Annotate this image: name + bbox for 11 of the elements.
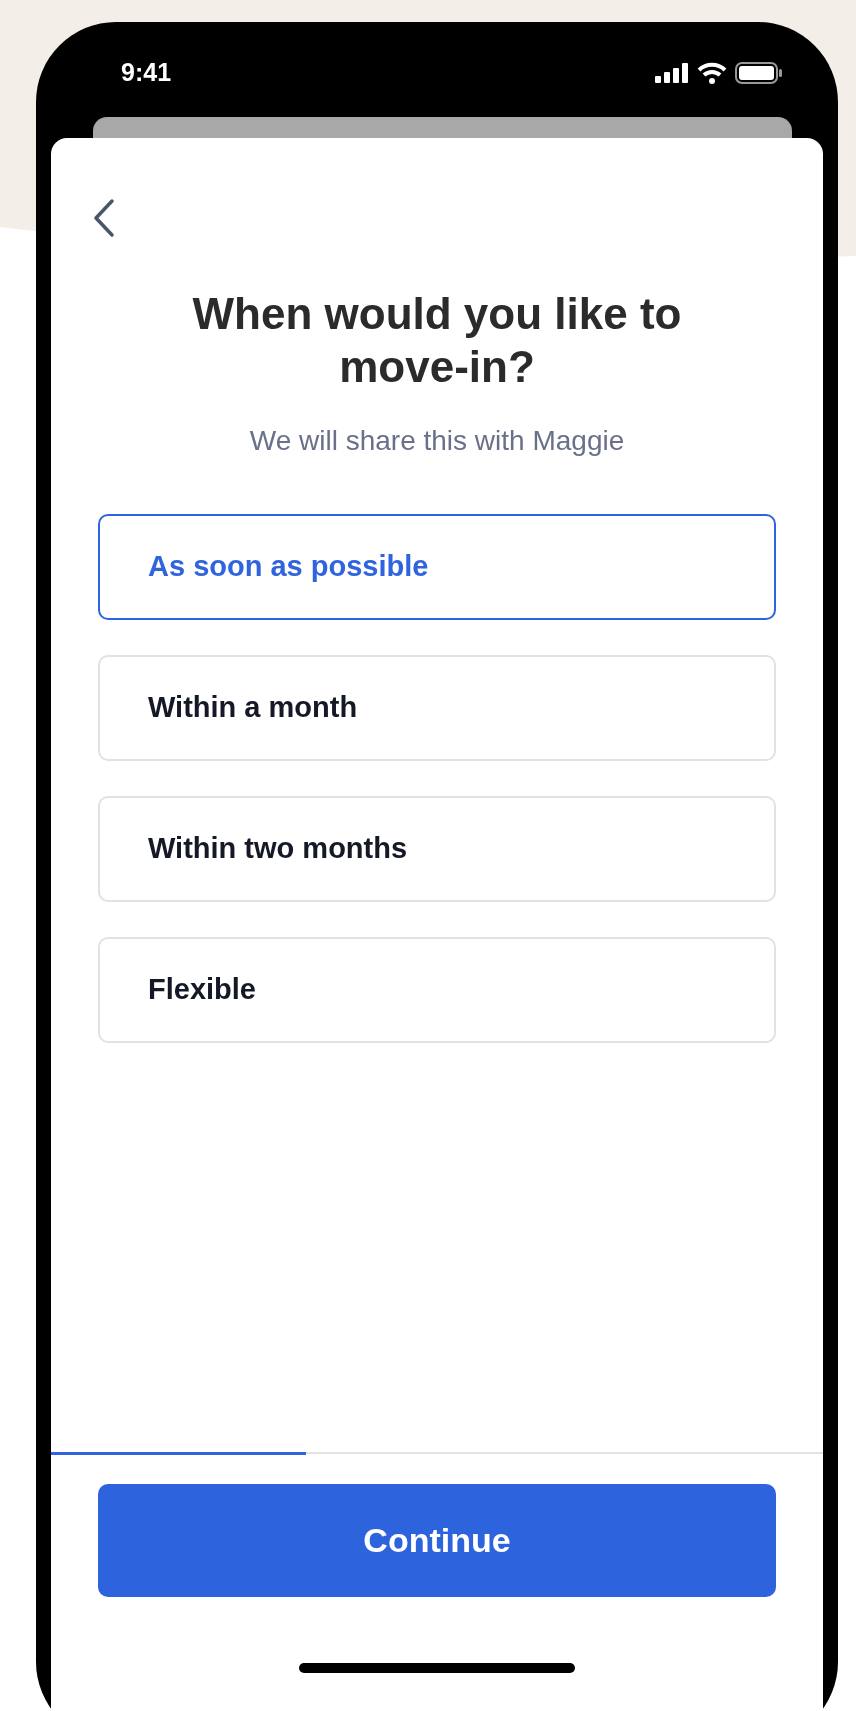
continue-button[interactable]: Continue bbox=[98, 1484, 776, 1597]
option-button[interactable]: Within two months bbox=[98, 795, 776, 902]
battery-icon bbox=[735, 62, 783, 84]
question-subtitle: We will share this with Maggie bbox=[248, 423, 626, 458]
option-button[interactable]: As soon as possible bbox=[98, 513, 776, 620]
status-time: 9:41 bbox=[121, 57, 172, 89]
option-button[interactable]: Flexible bbox=[98, 936, 776, 1043]
wifi-icon bbox=[697, 62, 727, 84]
option-button[interactable]: Within a month bbox=[98, 654, 776, 761]
signal-icon bbox=[655, 63, 689, 83]
question-title: When would you like to move-in? bbox=[191, 288, 683, 393]
